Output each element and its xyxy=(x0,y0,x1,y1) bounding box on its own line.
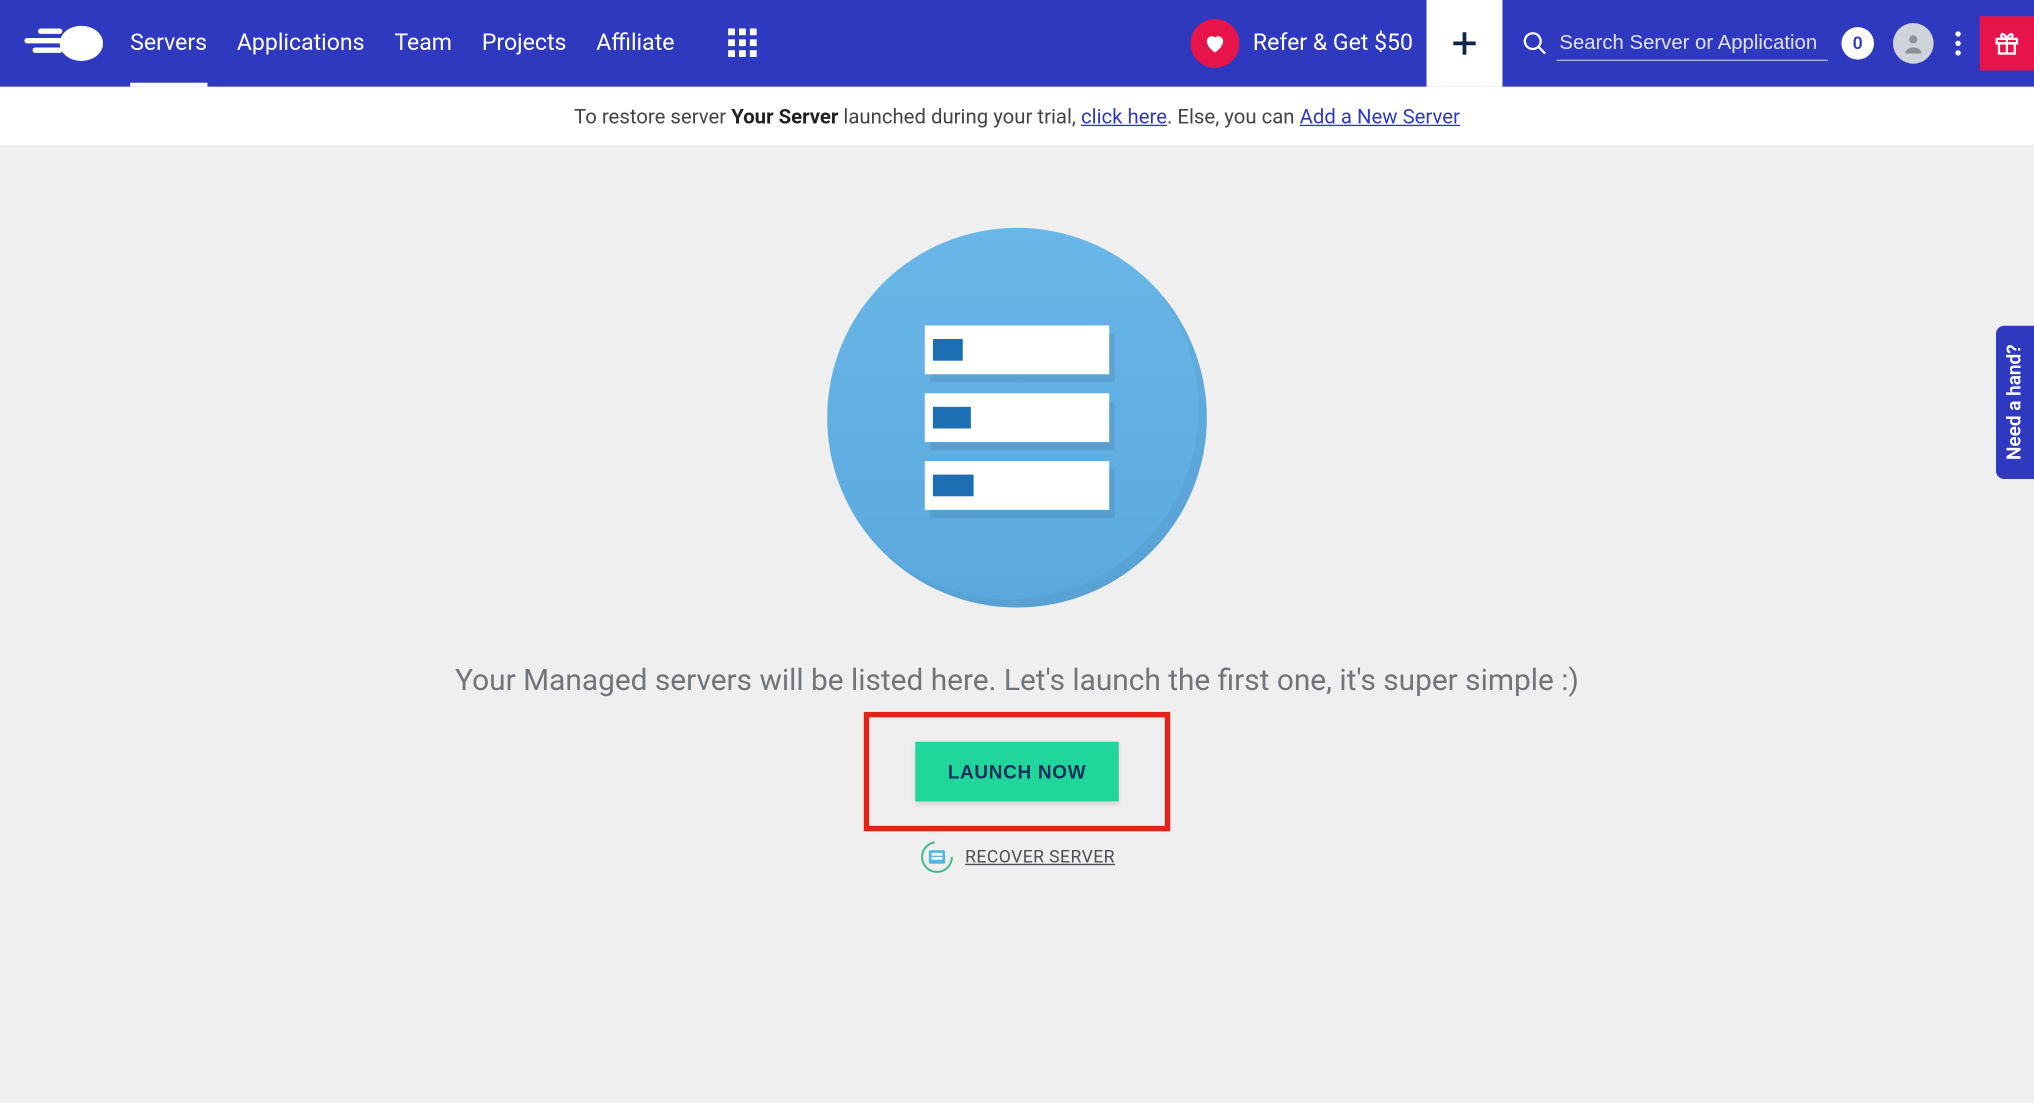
restore-notice: To restore server Your Server launched d… xyxy=(0,87,2034,147)
recover-icon xyxy=(919,839,954,874)
add-button[interactable] xyxy=(1427,0,1503,87)
topbar: Servers Applications Team Projects Affil… xyxy=(0,0,2034,87)
nav-applications[interactable]: Applications xyxy=(237,0,365,87)
gift-button[interactable] xyxy=(1980,16,2034,70)
recover-server-link[interactable]: RECOVER SERVER xyxy=(965,847,1115,867)
empty-state: Your Managed servers will be listed here… xyxy=(0,146,2034,874)
user-avatar[interactable] xyxy=(1893,23,1934,64)
search-input[interactable] xyxy=(1557,26,1828,61)
person-icon xyxy=(1901,31,1925,55)
apps-grid-icon[interactable] xyxy=(729,28,759,58)
annotation-highlight: LAUNCH NOW xyxy=(864,712,1170,831)
search-icon xyxy=(1521,30,1548,57)
launch-now-button[interactable]: LAUNCH NOW xyxy=(915,742,1119,802)
primary-nav: Servers Applications Team Projects Affil… xyxy=(130,0,674,87)
refer-label: Refer & Get $50 xyxy=(1253,30,1413,57)
more-menu[interactable] xyxy=(1947,23,1969,64)
heart-icon xyxy=(1191,19,1240,68)
recover-server-row: RECOVER SERVER xyxy=(0,839,2034,874)
help-side-tab[interactable]: Need a hand? xyxy=(1996,325,2034,479)
notification-count[interactable]: 0 xyxy=(1841,27,1874,60)
gift-icon xyxy=(1993,30,2020,57)
brand-logo[interactable] xyxy=(24,20,105,66)
search xyxy=(1521,26,1827,61)
nav-affiliate[interactable]: Affiliate xyxy=(596,0,674,87)
nav-team[interactable]: Team xyxy=(394,0,452,87)
empty-text: Your Managed servers will be listed here… xyxy=(0,664,2034,698)
restore-link[interactable]: click here xyxy=(1081,104,1167,128)
nav-projects[interactable]: Projects xyxy=(482,0,567,87)
server-illustration xyxy=(827,228,1207,608)
notice-text: To restore server Your Server launched d… xyxy=(574,104,1460,128)
add-server-link[interactable]: Add a New Server xyxy=(1300,104,1460,128)
nav-servers[interactable]: Servers xyxy=(130,0,207,87)
refer-button[interactable]: Refer & Get $50 xyxy=(1191,19,1413,68)
